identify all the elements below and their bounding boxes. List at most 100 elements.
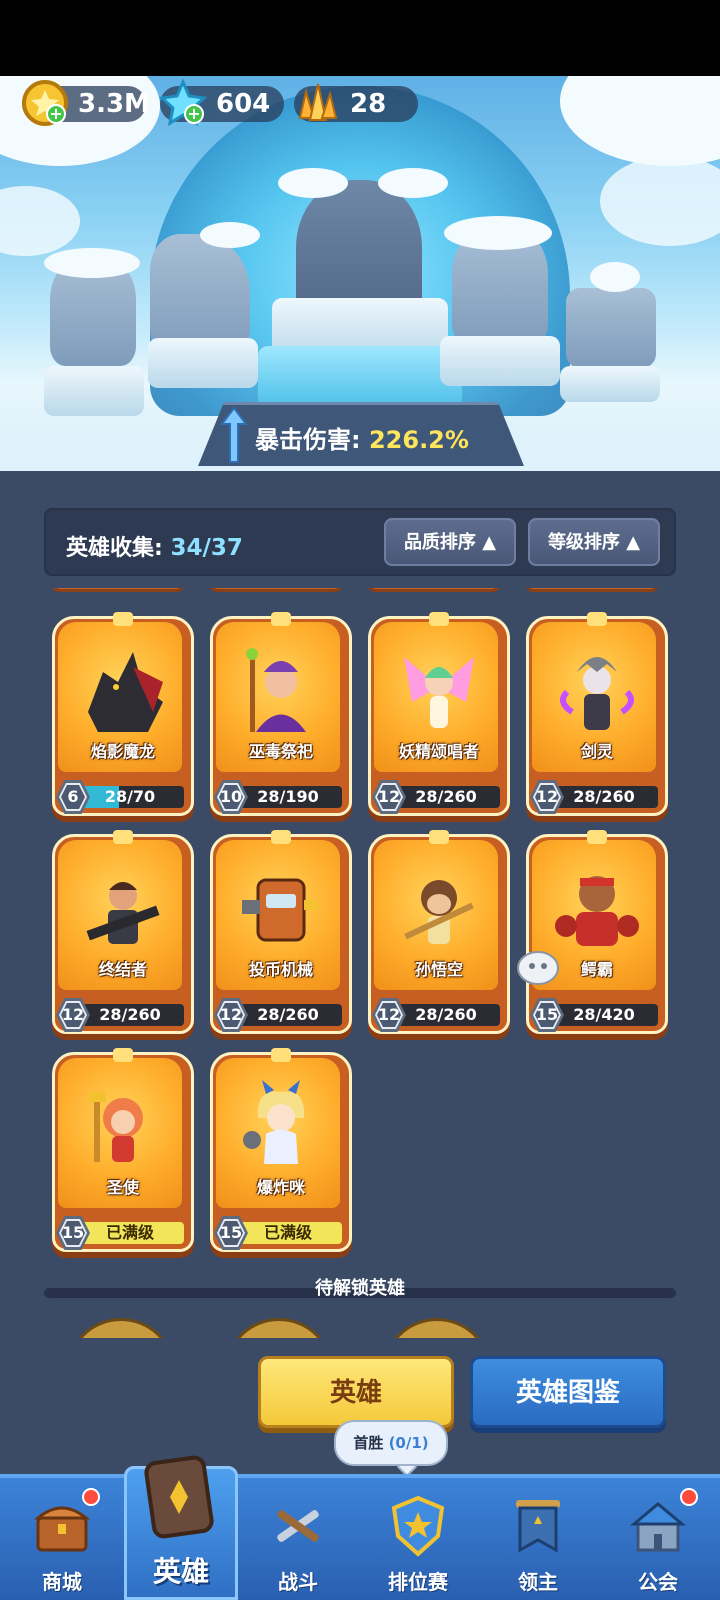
sword-spirit-portrait-icon [560, 657, 634, 730]
statue-griffin [150, 234, 250, 354]
diamond-counter[interactable]: + 604 [158, 78, 284, 127]
sort-by-quality-button[interactable]: 品质排序 ▲ [384, 518, 516, 566]
pedestal [560, 366, 660, 402]
snow-cap [600, 156, 720, 246]
statue-snow [378, 168, 448, 198]
nav-battle[interactable]: 战斗 [238, 1474, 358, 1600]
first-win-tooltip[interactable]: 首胜 (0/1) [334, 1420, 448, 1466]
triangle-up-icon: ▲ [482, 532, 497, 553]
bomb-cat-portrait-icon [243, 1080, 305, 1164]
hero-card[interactable]: 投币机械 28/260 12 [210, 830, 352, 1040]
progress-bar: 28/260 [76, 1004, 184, 1026]
statue-snow [44, 248, 140, 278]
gold-counter[interactable]: + 3.3M [22, 80, 150, 126]
card-gem [587, 612, 607, 626]
hero-card[interactable]: 鳄霸 28/420 15 [526, 830, 668, 1040]
crossed-weapons-icon [277, 1510, 319, 1542]
progress-text: 28/260 [99, 1005, 161, 1024]
hero-name: 爆炸咪 [256, 1178, 305, 1197]
hero-card[interactable]: 终结者 28/260 12 [52, 830, 194, 1040]
saint-envoy-portrait-icon [88, 1092, 143, 1162]
voodoo-priestess-portrait-icon [246, 648, 306, 732]
hero-card[interactable]: 焰影魔龙 28/70 6 [52, 612, 194, 822]
hero-name: 妖精颂唱者 [398, 742, 479, 761]
nav-ranked[interactable]: 排位赛 [358, 1474, 478, 1600]
nav-ranked-label: 排位赛 [388, 1570, 448, 1594]
nav-guild-label: 公会 [638, 1570, 678, 1594]
statue-machine [566, 288, 656, 368]
rank-shield-icon [391, 1495, 445, 1557]
nav-hero-label[interactable]: 英雄 [124, 1550, 238, 1590]
sort-level-label: 等级排序 [547, 532, 620, 553]
progress-bar: 28/260 [234, 1004, 342, 1026]
card-gem [429, 830, 449, 844]
status-bar [0, 0, 720, 76]
hero-card[interactable]: 爆炸咪 已满级 15 [210, 1048, 352, 1258]
castle-icon [629, 1502, 687, 1552]
crit-damage-value: 226.2% [368, 426, 469, 454]
progress-bar: 28/260 [392, 786, 500, 808]
max-level-text: 已满级 [105, 1223, 154, 1242]
card-gem [587, 830, 607, 844]
center-pedestal-base [258, 346, 462, 408]
max-level-bar: 已满级 [76, 1222, 184, 1244]
add-diamond-icon[interactable]: + [184, 104, 204, 124]
hero-card[interactable]: 妖精颂唱者 28/260 12 [368, 612, 510, 822]
diamond-amount: 604 [216, 89, 271, 119]
progress-text: 28/260 [415, 1005, 477, 1024]
max-level-text: 已满级 [263, 1223, 312, 1242]
nav-lord-label: 领主 [518, 1570, 558, 1594]
hero-card[interactable]: 巫毒祭祀 28/190 10 [210, 612, 352, 822]
tab-hero-encyclopedia[interactable]: 英雄图鉴 [470, 1356, 666, 1428]
snow-cap [560, 76, 720, 166]
card-gem [271, 830, 291, 844]
dragon-portrait-icon [88, 652, 163, 732]
crystal-counter[interactable]: 28 [294, 83, 418, 122]
first-win-label: 首胜 [353, 1434, 384, 1452]
terminator-portrait-icon [86, 882, 160, 944]
locked-heroes-heading: 待解锁英雄 [315, 1278, 405, 1299]
hero-name: 焰影魔龙 [90, 742, 155, 761]
crit-damage-text: 暴击伤害: 226.2% [255, 420, 469, 455]
nav-lord[interactable]: 领主 [478, 1474, 598, 1600]
crystal-amount: 28 [350, 89, 387, 119]
progress-text: 28/260 [573, 787, 635, 806]
statue-snow [590, 262, 640, 292]
hero-name: 孙悟空 [414, 960, 463, 979]
tab-heroes[interactable]: 英雄 [258, 1356, 454, 1428]
first-win-progress: (0/1) [388, 1434, 429, 1452]
progress-text: 28/70 [104, 787, 156, 806]
crystal-icon [298, 83, 338, 121]
progress-text: 28/260 [257, 1005, 319, 1024]
collection-progress: 英雄收集: 34/37 [66, 530, 243, 562]
nav-guild[interactable]: 公会 [598, 1474, 718, 1600]
progress-text: 28/420 [573, 1005, 635, 1024]
statue-snow [444, 216, 552, 250]
hero-card-icon[interactable] [136, 1454, 222, 1540]
sort-by-level-button[interactable]: 等级排序 ▲ [528, 518, 660, 566]
snow-cap [0, 186, 80, 256]
hero-card[interactable]: 圣使 已满级 15 [52, 1048, 194, 1258]
progress-text: 28/190 [257, 787, 319, 806]
hero-card[interactable]: 剑灵 28/260 12 [526, 612, 668, 822]
ghost-pet-icon [517, 951, 559, 985]
scrolled-card-edge [524, 588, 660, 592]
triangle-up-icon: ▲ [626, 532, 641, 553]
scrolled-card-edge [208, 588, 344, 592]
card-gem [429, 612, 449, 626]
pedestal [148, 338, 258, 388]
scrolled-card-edge [50, 588, 186, 592]
banner-icon [516, 1500, 560, 1553]
hero-name: 剑灵 [580, 742, 613, 761]
hero-name: 终结者 [98, 960, 147, 979]
add-gold-icon[interactable]: + [46, 104, 66, 124]
progress-bar: 28/260 [550, 786, 658, 808]
card-gem [113, 1048, 133, 1062]
statue-snow [278, 168, 348, 198]
max-level-bar: 已满级 [234, 1222, 342, 1244]
nav-shop[interactable]: 商城 [2, 1474, 122, 1600]
hero-card[interactable]: 孙悟空 28/260 12 [368, 830, 510, 1040]
collection-label: 英雄收集: [66, 536, 163, 561]
progress-bar: 28/70 [76, 786, 184, 808]
nav-shop-label: 商城 [42, 1570, 82, 1594]
